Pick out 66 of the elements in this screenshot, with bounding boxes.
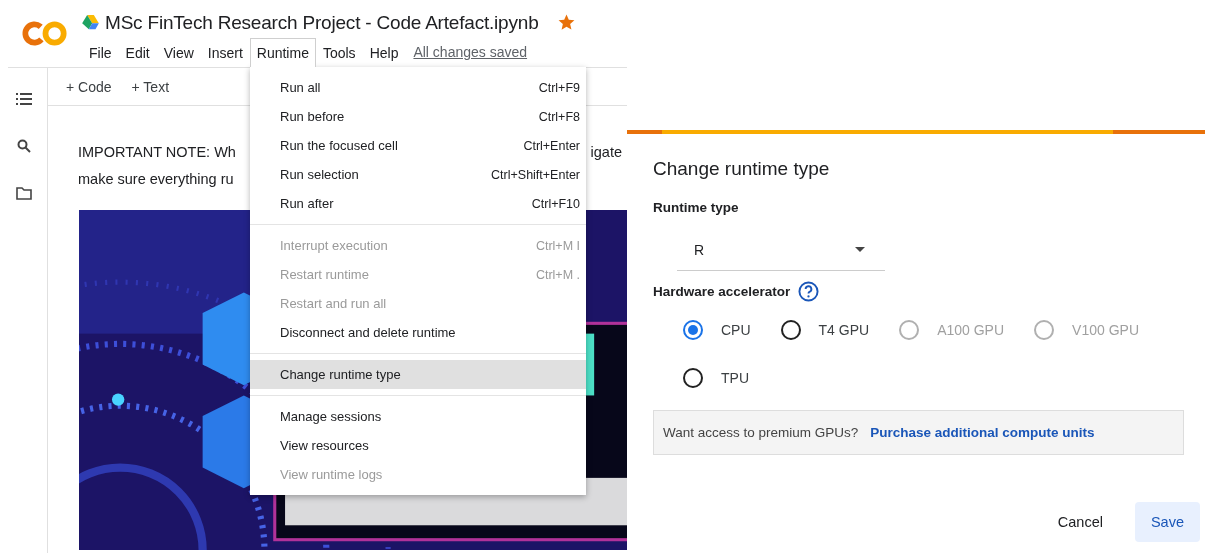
menu-item-label: Manage sessions bbox=[280, 409, 382, 424]
menu-item-label: Run all bbox=[280, 80, 321, 95]
toolbar-button[interactable]: + Text bbox=[131, 78, 170, 95]
shortcut-text: Ctrl+M . bbox=[535, 267, 580, 282]
folder-icon[interactable] bbox=[15, 187, 32, 200]
section-label: Runtime type bbox=[653, 200, 740, 215]
note-text: igate bbox=[590, 143, 622, 162]
menu-item[interactable]: Run the focused cell Ctrl+Enter bbox=[250, 131, 586, 160]
list-icon[interactable] bbox=[15, 93, 32, 105]
radio-button[interactable] bbox=[683, 368, 703, 388]
menu-item-label: Run the focused cell bbox=[280, 138, 398, 153]
radio-button[interactable] bbox=[683, 320, 703, 340]
toolbar-button[interactable]: + Code bbox=[66, 78, 112, 95]
menu-item[interactable]: Run before Ctrl+F8 bbox=[250, 102, 586, 131]
menu-item-label: Restart and run all bbox=[280, 296, 387, 311]
shortcut-text: Ctrl+M I bbox=[535, 238, 580, 253]
cancel-button[interactable]: Cancel bbox=[1041, 502, 1119, 542]
menu-bar-item[interactable]: Insert bbox=[200, 37, 250, 67]
menu-bar-item[interactable]: Runtime bbox=[249, 37, 316, 67]
menu-item-label: Run after bbox=[280, 196, 334, 211]
menu-item[interactable]: View resources bbox=[250, 431, 586, 460]
section-label: Hardware accelerator bbox=[653, 284, 791, 299]
note-text: make sure everything ru bbox=[78, 170, 234, 189]
menu-bar-item[interactable]: Edit bbox=[118, 37, 157, 67]
option-label: TPU bbox=[721, 370, 749, 386]
save-status-link[interactable]: All changes saved bbox=[413, 37, 528, 67]
menu-item-label: Run selection bbox=[280, 167, 359, 182]
option-label: V100 GPU bbox=[1072, 322, 1139, 338]
menu-bar-item[interactable]: Help bbox=[362, 37, 406, 67]
shortcut-text: Ctrl+F9 bbox=[538, 80, 580, 95]
drive-icon bbox=[82, 15, 99, 31]
menu-bar-item[interactable]: File bbox=[82, 37, 119, 67]
note-text: IMPORTANT NOTE: Wh bbox=[78, 143, 236, 162]
menu-bar-item[interactable]: Tools bbox=[315, 37, 363, 67]
notebook-title[interactable]: MSc FinTech Research Project - Code Artefact.ipynb bbox=[105, 11, 539, 34]
menu-bar-item[interactable]: View bbox=[156, 37, 201, 67]
purchase-link[interactable]: Purchase additional compute units bbox=[870, 425, 1095, 440]
shortcut-text: Ctrl+F8 bbox=[538, 109, 580, 124]
menu-item-label: Change runtime type bbox=[280, 367, 401, 382]
shortcut-text: Ctrl+F10 bbox=[531, 196, 580, 211]
menu-item[interactable]: Run selection Ctrl+Shift+Enter bbox=[250, 160, 586, 189]
option-label: T4 GPU bbox=[818, 322, 870, 338]
info-text: Want access to premium GPUs? bbox=[663, 425, 859, 440]
shortcut-text: Ctrl+Shift+Enter bbox=[491, 167, 580, 182]
shortcut-text: Ctrl+Enter bbox=[523, 138, 580, 153]
menu-item-label: View runtime logs bbox=[280, 467, 383, 482]
menu-item-label: View resources bbox=[280, 438, 369, 453]
save-button[interactable]: Save bbox=[1134, 502, 1200, 542]
option-label: A100 GPU bbox=[937, 322, 1005, 338]
radio-button[interactable] bbox=[780, 320, 801, 340]
menu-item-label: Restart runtime bbox=[280, 267, 369, 282]
menu-item-label: Run before bbox=[280, 109, 345, 124]
menu-item[interactable]: Manage sessions bbox=[250, 402, 586, 431]
search-icon[interactable] bbox=[16, 139, 31, 153]
menu-item[interactable]: Run after Ctrl+F10 bbox=[250, 189, 586, 218]
help-icon[interactable] bbox=[798, 281, 820, 302]
logo-icon bbox=[22, 20, 68, 47]
menu-item[interactable]: Disconnect and delete runtime bbox=[250, 318, 586, 347]
menu-item-label: Interrupt execution bbox=[280, 238, 388, 253]
runtime-type-dropdown[interactable]: R bbox=[677, 229, 885, 271]
dialog-title: Change runtime type bbox=[653, 158, 831, 180]
menu-item[interactable]: Change runtime type bbox=[250, 360, 586, 389]
caret-icon bbox=[855, 247, 865, 252]
menu-item-label: Disconnect and delete runtime bbox=[280, 325, 456, 340]
menu-item[interactable]: Run all Ctrl+F9 bbox=[250, 73, 586, 102]
option-label: CPU bbox=[721, 322, 751, 338]
